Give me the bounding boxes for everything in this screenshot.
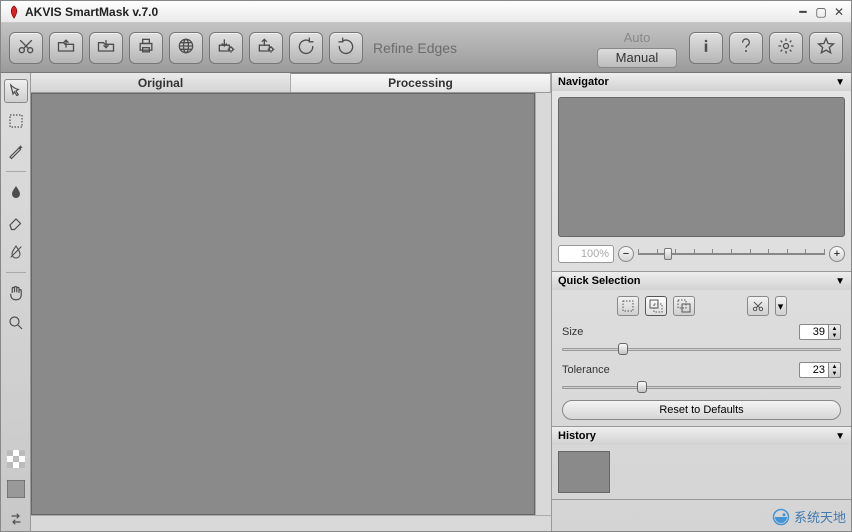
scissors-icon	[16, 36, 36, 59]
mode-manual-button[interactable]: Manual	[597, 48, 677, 68]
left-toolbox	[1, 73, 31, 531]
export-icon	[256, 36, 276, 59]
redo-icon	[336, 36, 356, 59]
undo-icon	[296, 36, 316, 59]
settings-button[interactable]	[769, 32, 803, 64]
size-label: Size	[562, 326, 583, 338]
size-up[interactable]: ▲	[829, 325, 840, 332]
info-button[interactable]	[689, 32, 723, 64]
navigator-panel: Navigator ▼ 100% − +	[552, 73, 851, 272]
drop-tool[interactable]	[4, 180, 28, 204]
tolerance-input[interactable]	[799, 362, 829, 378]
undo-button[interactable]	[289, 32, 323, 64]
solid-bg-button[interactable]	[4, 477, 28, 501]
vertical-scrollbar[interactable]	[535, 93, 551, 515]
tolerance-up[interactable]: ▲	[829, 363, 840, 370]
zoom-tool[interactable]	[4, 311, 28, 335]
size-spinner: ▲▼	[799, 324, 841, 340]
cut-selection-button[interactable]	[747, 296, 769, 316]
add-selection-button[interactable]	[645, 296, 667, 316]
right-panel: Navigator ▼ 100% − +	[551, 73, 851, 531]
import-icon	[216, 36, 236, 59]
reset-defaults-button[interactable]: Reset to Defaults	[562, 400, 841, 420]
mode-switch: Auto Manual	[597, 28, 677, 68]
history-panel: History ▼	[552, 427, 851, 500]
tolerance-spinner: ▲▼	[799, 362, 841, 378]
canvas-tabs: Original Processing	[31, 73, 551, 93]
open-button[interactable]	[49, 32, 83, 64]
zoom-slider[interactable]	[638, 251, 825, 257]
hand-tool[interactable]	[4, 281, 28, 305]
history-title: History	[558, 430, 596, 442]
history-thumbnail[interactable]	[558, 451, 610, 493]
history-header[interactable]: History ▼	[552, 427, 851, 445]
info-icon	[696, 36, 716, 59]
close-button[interactable]: ✕	[831, 5, 847, 19]
open-icon	[56, 36, 76, 59]
chevron-down-icon: ▼	[835, 77, 845, 88]
save-icon	[96, 36, 116, 59]
size-slider[interactable]	[562, 342, 841, 356]
navigator-preview[interactable]	[558, 97, 845, 237]
separator	[6, 171, 26, 172]
canvas[interactable]	[31, 93, 535, 515]
tab-original[interactable]: Original	[31, 73, 291, 92]
help-icon	[736, 36, 756, 59]
checker-bg-button[interactable]	[4, 447, 28, 471]
globe-icon	[176, 36, 196, 59]
print-button[interactable]	[129, 32, 163, 64]
tolerance-label: Tolerance	[562, 364, 610, 376]
size-down[interactable]: ▼	[829, 332, 840, 339]
help-button[interactable]	[729, 32, 763, 64]
quick-selection-header[interactable]: Quick Selection ▼	[552, 272, 851, 290]
minimize-button[interactable]: ━	[795, 5, 811, 19]
magic-brush-tool[interactable]	[4, 139, 28, 163]
navigator-header[interactable]: Navigator ▼	[552, 73, 851, 91]
favorite-button[interactable]	[809, 32, 843, 64]
gear-icon	[776, 36, 796, 59]
save-button[interactable]	[89, 32, 123, 64]
swap-colors-button[interactable]	[4, 507, 28, 531]
quick-select-tool[interactable]	[4, 79, 28, 103]
tolerance-slider[interactable]	[562, 380, 841, 394]
redo-button[interactable]	[329, 32, 363, 64]
zoom-input[interactable]: 100%	[558, 245, 614, 263]
main-toolbar: Refine Edges Auto Manual	[1, 23, 851, 73]
zoom-slider-thumb[interactable]	[664, 248, 672, 260]
maximize-button[interactable]: ▢	[813, 5, 829, 19]
selection-tool[interactable]	[4, 109, 28, 133]
size-slider-thumb[interactable]	[618, 343, 628, 355]
separator	[6, 272, 26, 273]
app-window: AKVIS SmartMask v.7.0 ━ ▢ ✕ Refine Edges…	[0, 0, 852, 532]
size-input[interactable]	[799, 324, 829, 340]
web-button[interactable]	[169, 32, 203, 64]
new-selection-button[interactable]	[617, 296, 639, 316]
navigator-title: Navigator	[558, 76, 609, 88]
eraser-tool[interactable]	[4, 210, 28, 234]
chevron-down-icon: ▼	[835, 431, 845, 442]
zoom-in-button[interactable]: +	[829, 246, 845, 262]
quick-selection-title: Quick Selection	[558, 275, 641, 287]
cut-selection-dropdown[interactable]: ▾	[775, 296, 787, 316]
desaturate-tool[interactable]	[4, 240, 28, 264]
zoom-out-button[interactable]: −	[618, 246, 634, 262]
app-title: AKVIS SmartMask v.7.0	[25, 5, 158, 19]
refine-edges-label[interactable]: Refine Edges	[373, 40, 457, 56]
scissors-button[interactable]	[9, 32, 43, 64]
chevron-down-icon: ▼	[835, 276, 845, 287]
app-logo-icon	[7, 5, 21, 19]
horizontal-scrollbar[interactable]	[31, 515, 551, 531]
import-settings-button[interactable]	[209, 32, 243, 64]
center-area: Original Processing	[31, 73, 551, 531]
quick-selection-panel: Quick Selection ▼ ▾ Size	[552, 272, 851, 427]
star-icon	[816, 36, 836, 59]
tolerance-down[interactable]: ▼	[829, 370, 840, 377]
subtract-selection-button[interactable]	[673, 296, 695, 316]
export-settings-button[interactable]	[249, 32, 283, 64]
tolerance-slider-thumb[interactable]	[637, 381, 647, 393]
print-icon	[136, 36, 156, 59]
titlebar: AKVIS SmartMask v.7.0 ━ ▢ ✕	[1, 1, 851, 23]
mode-auto-button[interactable]: Auto	[597, 28, 677, 48]
tab-processing[interactable]: Processing	[291, 73, 551, 92]
